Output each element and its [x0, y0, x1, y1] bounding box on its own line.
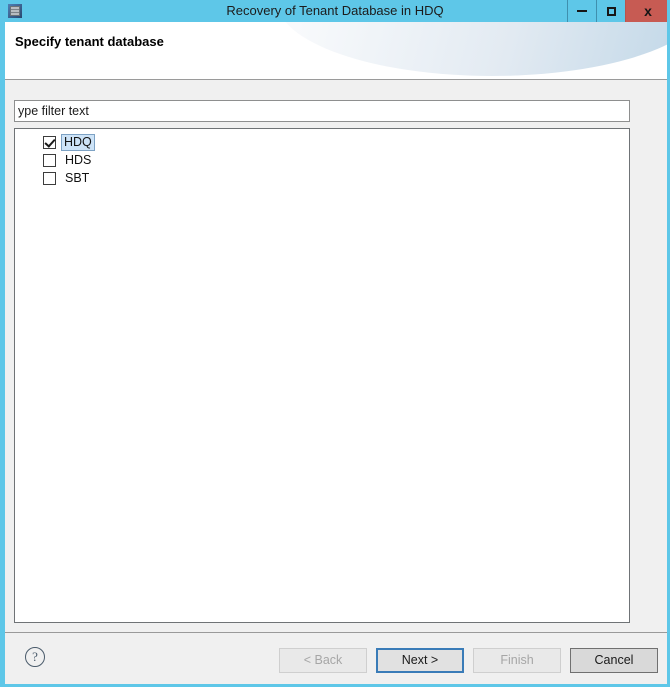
title-bar: Recovery of Tenant Database in HDQ x [5, 0, 667, 22]
list-item-label: SBT [65, 170, 90, 185]
tenant-database-list[interactable]: HDQ HDS SBT [14, 128, 630, 623]
maximize-icon [606, 6, 616, 16]
wizard-footer: ? < Back Next > Finish Cancel [5, 632, 667, 684]
list-item[interactable]: HDS [15, 151, 629, 169]
wizard-body: HDQ HDS SBT [5, 80, 667, 632]
tenant-database-list-items: HDQ HDS SBT [15, 129, 629, 187]
maximize-button[interactable] [596, 0, 625, 22]
page-title: Specify tenant database [15, 34, 164, 49]
checkbox-icon[interactable] [43, 153, 56, 167]
wizard-window: Recovery of Tenant Database in HDQ x Spe… [0, 0, 670, 687]
list-item-label: HDS [65, 152, 92, 167]
finish-button[interactable]: Finish [473, 648, 561, 673]
minimize-button[interactable] [567, 0, 596, 22]
wizard-header: Specify tenant database [5, 22, 667, 80]
list-item-label: HDQ [61, 133, 95, 151]
back-button[interactable]: < Back [279, 648, 367, 673]
window-controls: x [567, 0, 667, 22]
header-decoration [277, 22, 667, 76]
list-item[interactable]: HDQ [15, 133, 629, 151]
close-button[interactable]: x [625, 0, 667, 22]
database-window-icon [7, 3, 23, 19]
checkbox-icon[interactable] [43, 171, 56, 185]
cancel-button[interactable]: Cancel [570, 648, 658, 673]
help-icon[interactable]: ? [25, 647, 45, 667]
filter-input[interactable] [14, 100, 630, 122]
checkbox-icon[interactable] [43, 135, 56, 149]
next-button[interactable]: Next > [376, 648, 464, 673]
wizard-button-row: < Back Next > Finish Cancel [279, 648, 658, 673]
close-icon: x [644, 3, 652, 19]
list-item[interactable]: SBT [15, 169, 629, 187]
minimize-icon [577, 10, 587, 12]
